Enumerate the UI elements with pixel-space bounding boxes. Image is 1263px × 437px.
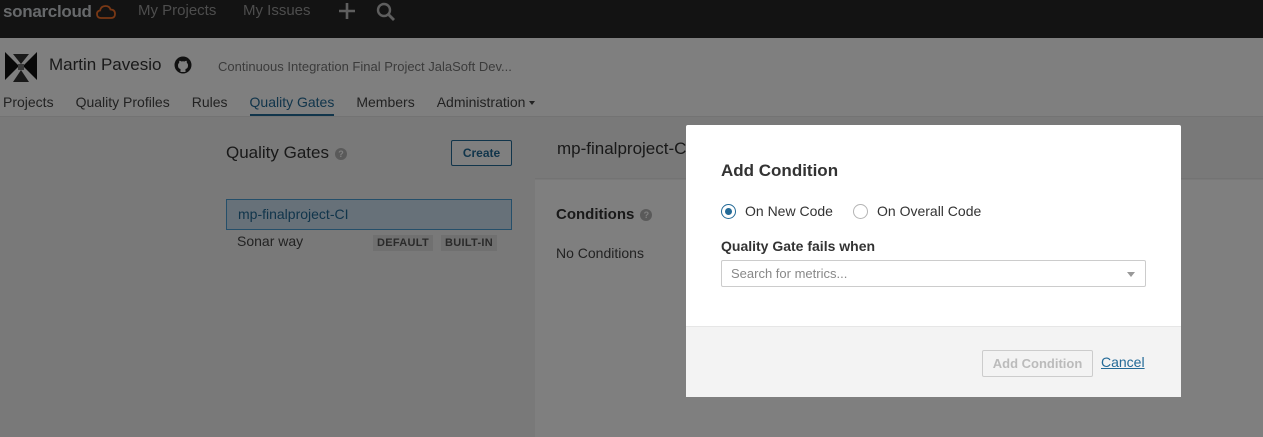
quality-gate-fails-label: Quality Gate fails when [721, 238, 876, 254]
radio-on-overall-code-label: On Overall Code [877, 203, 982, 219]
metric-search-input[interactable] [731, 266, 1111, 281]
add-condition-modal: Add Condition On New Code On Overall Cod… [686, 125, 1181, 397]
modal-footer: Add Condition Cancel [686, 326, 1181, 397]
modal-title: Add Condition [721, 161, 839, 180]
radio-on-new-code-label: On New Code [745, 203, 833, 219]
radio-checked-icon[interactable] [721, 203, 736, 219]
add-condition-button[interactable]: Add Condition [982, 350, 1093, 377]
metric-select[interactable] [721, 260, 1146, 287]
radio-unchecked-icon[interactable] [853, 203, 868, 219]
radio-on-overall-code[interactable]: On Overall Code [853, 203, 981, 219]
cancel-link[interactable]: Cancel [1101, 354, 1145, 370]
chevron-down-icon[interactable] [1127, 272, 1135, 277]
radio-on-new-code[interactable]: On New Code [721, 203, 833, 219]
